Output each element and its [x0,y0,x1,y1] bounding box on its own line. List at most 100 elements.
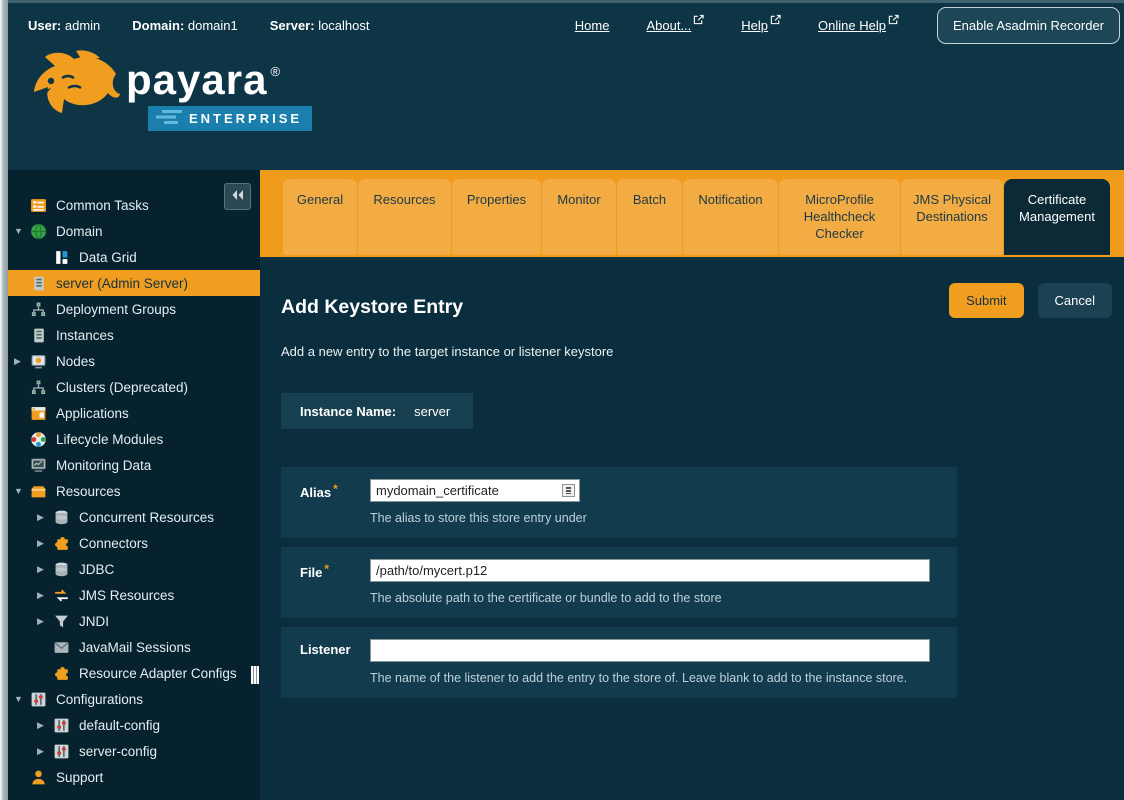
sidebar-item-server-admin-server[interactable]: server (Admin Server) [8,270,260,296]
listener-help-text: The name of the listener to add the entr… [370,671,957,685]
home-link[interactable]: Home [575,18,610,33]
cluster-icon [30,301,47,318]
alias-help-text: The alias to store this store entry unde… [370,511,957,525]
server-icon [30,327,47,344]
globe-icon [30,223,47,240]
edition-label: ENTERPRISE [189,111,302,126]
enable-asadmin-recorder-button[interactable]: Enable Asadmin Recorder [937,7,1120,44]
sidebar-item-configurations[interactable]: ▼ Configurations [8,686,260,712]
sidebar-item-support[interactable]: Support [8,764,260,790]
sidebar-item-default-config[interactable]: ▶ default-config [8,712,260,738]
sidebar-item-instances[interactable]: Instances [8,322,260,348]
tree-right-arrow-icon[interactable]: ▶ [37,720,53,731]
tree-right-arrow-icon[interactable]: ▶ [37,538,53,549]
tab-properties[interactable]: Properties [452,179,541,255]
puzzle-icon [53,665,70,682]
sidebar-item-server-config[interactable]: ▶server-config [8,738,260,764]
alias-field-row: Alias*The alias to store this store entr… [281,467,957,538]
sidebar-item-jms-resources[interactable]: ▶JMS Resources [8,582,260,608]
alias-input[interactable] [370,479,580,502]
tab-microprofile-healthcheck-checker[interactable]: MicroProfile Healthcheck Checker [779,179,900,255]
sidebar-item-jndi[interactable]: ▶ JNDI [8,608,260,634]
sidebar-item-label: Resources [56,484,121,499]
tab-monitor[interactable]: Monitor [542,179,616,255]
uservalue-pair: User: admin [28,18,100,33]
tree-right-arrow-icon[interactable]: ▶ [37,590,53,601]
sidebar-item-resource-adapter-configs[interactable]: Resource Adapter Configs [8,660,260,686]
sidebar-item-connectors[interactable]: ▶Connectors [8,530,260,556]
required-asterisk: * [324,562,329,576]
box-icon [30,483,47,500]
brand-name: payara® [126,56,281,103]
navigation-tree: Common Tasks ▼ Domain Data Gridserver (Admi… [8,192,260,790]
sidebar-item-monitoring-data[interactable]: Monitoring Data [8,452,260,478]
sidebar-item-label: Instances [56,328,114,343]
common-tasks-icon [30,197,47,214]
sidebar-item-label: Monitoring Data [56,458,151,473]
tree-right-arrow-icon[interactable]: ▶ [37,616,53,627]
tree-right-arrow-icon[interactable]: ▶ [37,746,53,757]
tree-down-arrow-icon[interactable]: ▼ [14,486,30,496]
sidebar-item-label: Resource Adapter Configs [79,666,237,681]
database-icon [53,561,70,578]
instance-name-bar: Instance Name: server [281,393,473,429]
window-top-edge [8,0,1124,3]
sidebar-item-data-grid[interactable]: Data Grid [8,244,260,270]
about-link[interactable]: About... [646,18,704,33]
file-field-row: File*The absolute path to the certificat… [281,547,957,618]
sidebar-item-lifecycle-modules[interactable]: Lifecycle Modules [8,426,260,452]
tree-right-arrow-icon[interactable]: ▶ [14,356,30,367]
autofill-icon[interactable] [562,484,575,497]
keystore-entry-form: Alias*The alias to store this store entr… [281,467,1112,698]
online-help-link[interactable]: Online Help [818,18,899,33]
sidebar-item-label: JNDI [79,614,109,629]
cluster-icon [30,379,47,396]
sidebar-item-resources[interactable]: ▼ Resources [8,478,260,504]
tab-batch[interactable]: Batch [617,179,682,255]
sidebar-collapse-button[interactable] [224,183,251,210]
node-icon [30,353,47,370]
sidebar-item-label: Applications [56,406,129,421]
file-input[interactable] [370,559,930,582]
alias-label: Alias* [300,479,370,525]
sidebar-item-deployment-groups[interactable]: Deployment Groups [8,296,260,322]
cancel-button[interactable]: Cancel [1038,283,1112,318]
sidebar-item-jdbc[interactable]: ▶ JDBC [8,556,260,582]
sidebar-item-label: JDBC [79,562,114,577]
tree-right-arrow-icon[interactable]: ▶ [37,512,53,523]
sidebar-item-common-tasks[interactable]: Common Tasks [8,192,260,218]
tab-notification[interactable]: Notification [683,179,778,255]
sidebar-item-applications[interactable]: Applications [8,400,260,426]
listener-input[interactable] [370,639,930,662]
server-icon [30,275,47,292]
speed-lines-icon [156,110,182,127]
sidebar-item-label: Domain [56,224,103,239]
tab-bar: GeneralResourcesPropertiesMonitorBatchNo… [260,170,1124,257]
sliders-icon [53,743,70,760]
tree-down-arrow-icon[interactable]: ▼ [14,226,30,236]
tab-jms-physical-destinations[interactable]: JMS Physical Destinations [901,179,1003,255]
submit-button[interactable]: Submit [949,283,1023,318]
tab-resources[interactable]: Resources [358,179,451,255]
domainvalue-pair: Domain: domain1 [132,18,237,33]
tree-down-arrow-icon[interactable]: ▼ [14,694,30,704]
sidebar-item-domain[interactable]: ▼ Domain [8,218,260,244]
sidebar-item-javamail-sessions[interactable]: JavaMail Sessions [8,634,260,660]
page-title: Add Keystore Entry [281,296,463,319]
swap-arrows-icon [53,587,70,604]
pane-splitter-handle[interactable] [251,666,259,684]
sidebar-item-clusters-deprecated[interactable]: Clusters (Deprecated) [8,374,260,400]
tree-right-arrow-icon[interactable]: ▶ [37,564,53,575]
required-asterisk: * [333,482,338,496]
sidebar-item-label: default-config [79,718,160,733]
sidebar-item-label: JavaMail Sessions [79,640,191,655]
sidebar-item-label: Configurations [56,692,143,707]
tab-general[interactable]: General [283,179,357,255]
tab-certificate-management[interactable]: Certificate Management [1004,179,1110,255]
collapse-double-left-icon [231,188,244,206]
help-link[interactable]: Help [741,18,781,33]
sidebar-item-label: Nodes [56,354,95,369]
sidebar-item-nodes[interactable]: ▶ Nodes [8,348,260,374]
sidebar-item-concurrent-resources[interactable]: ▶Concurrent Resources [8,504,260,530]
topbar: User: adminDomain: domain1Server: localh… [8,0,1124,46]
